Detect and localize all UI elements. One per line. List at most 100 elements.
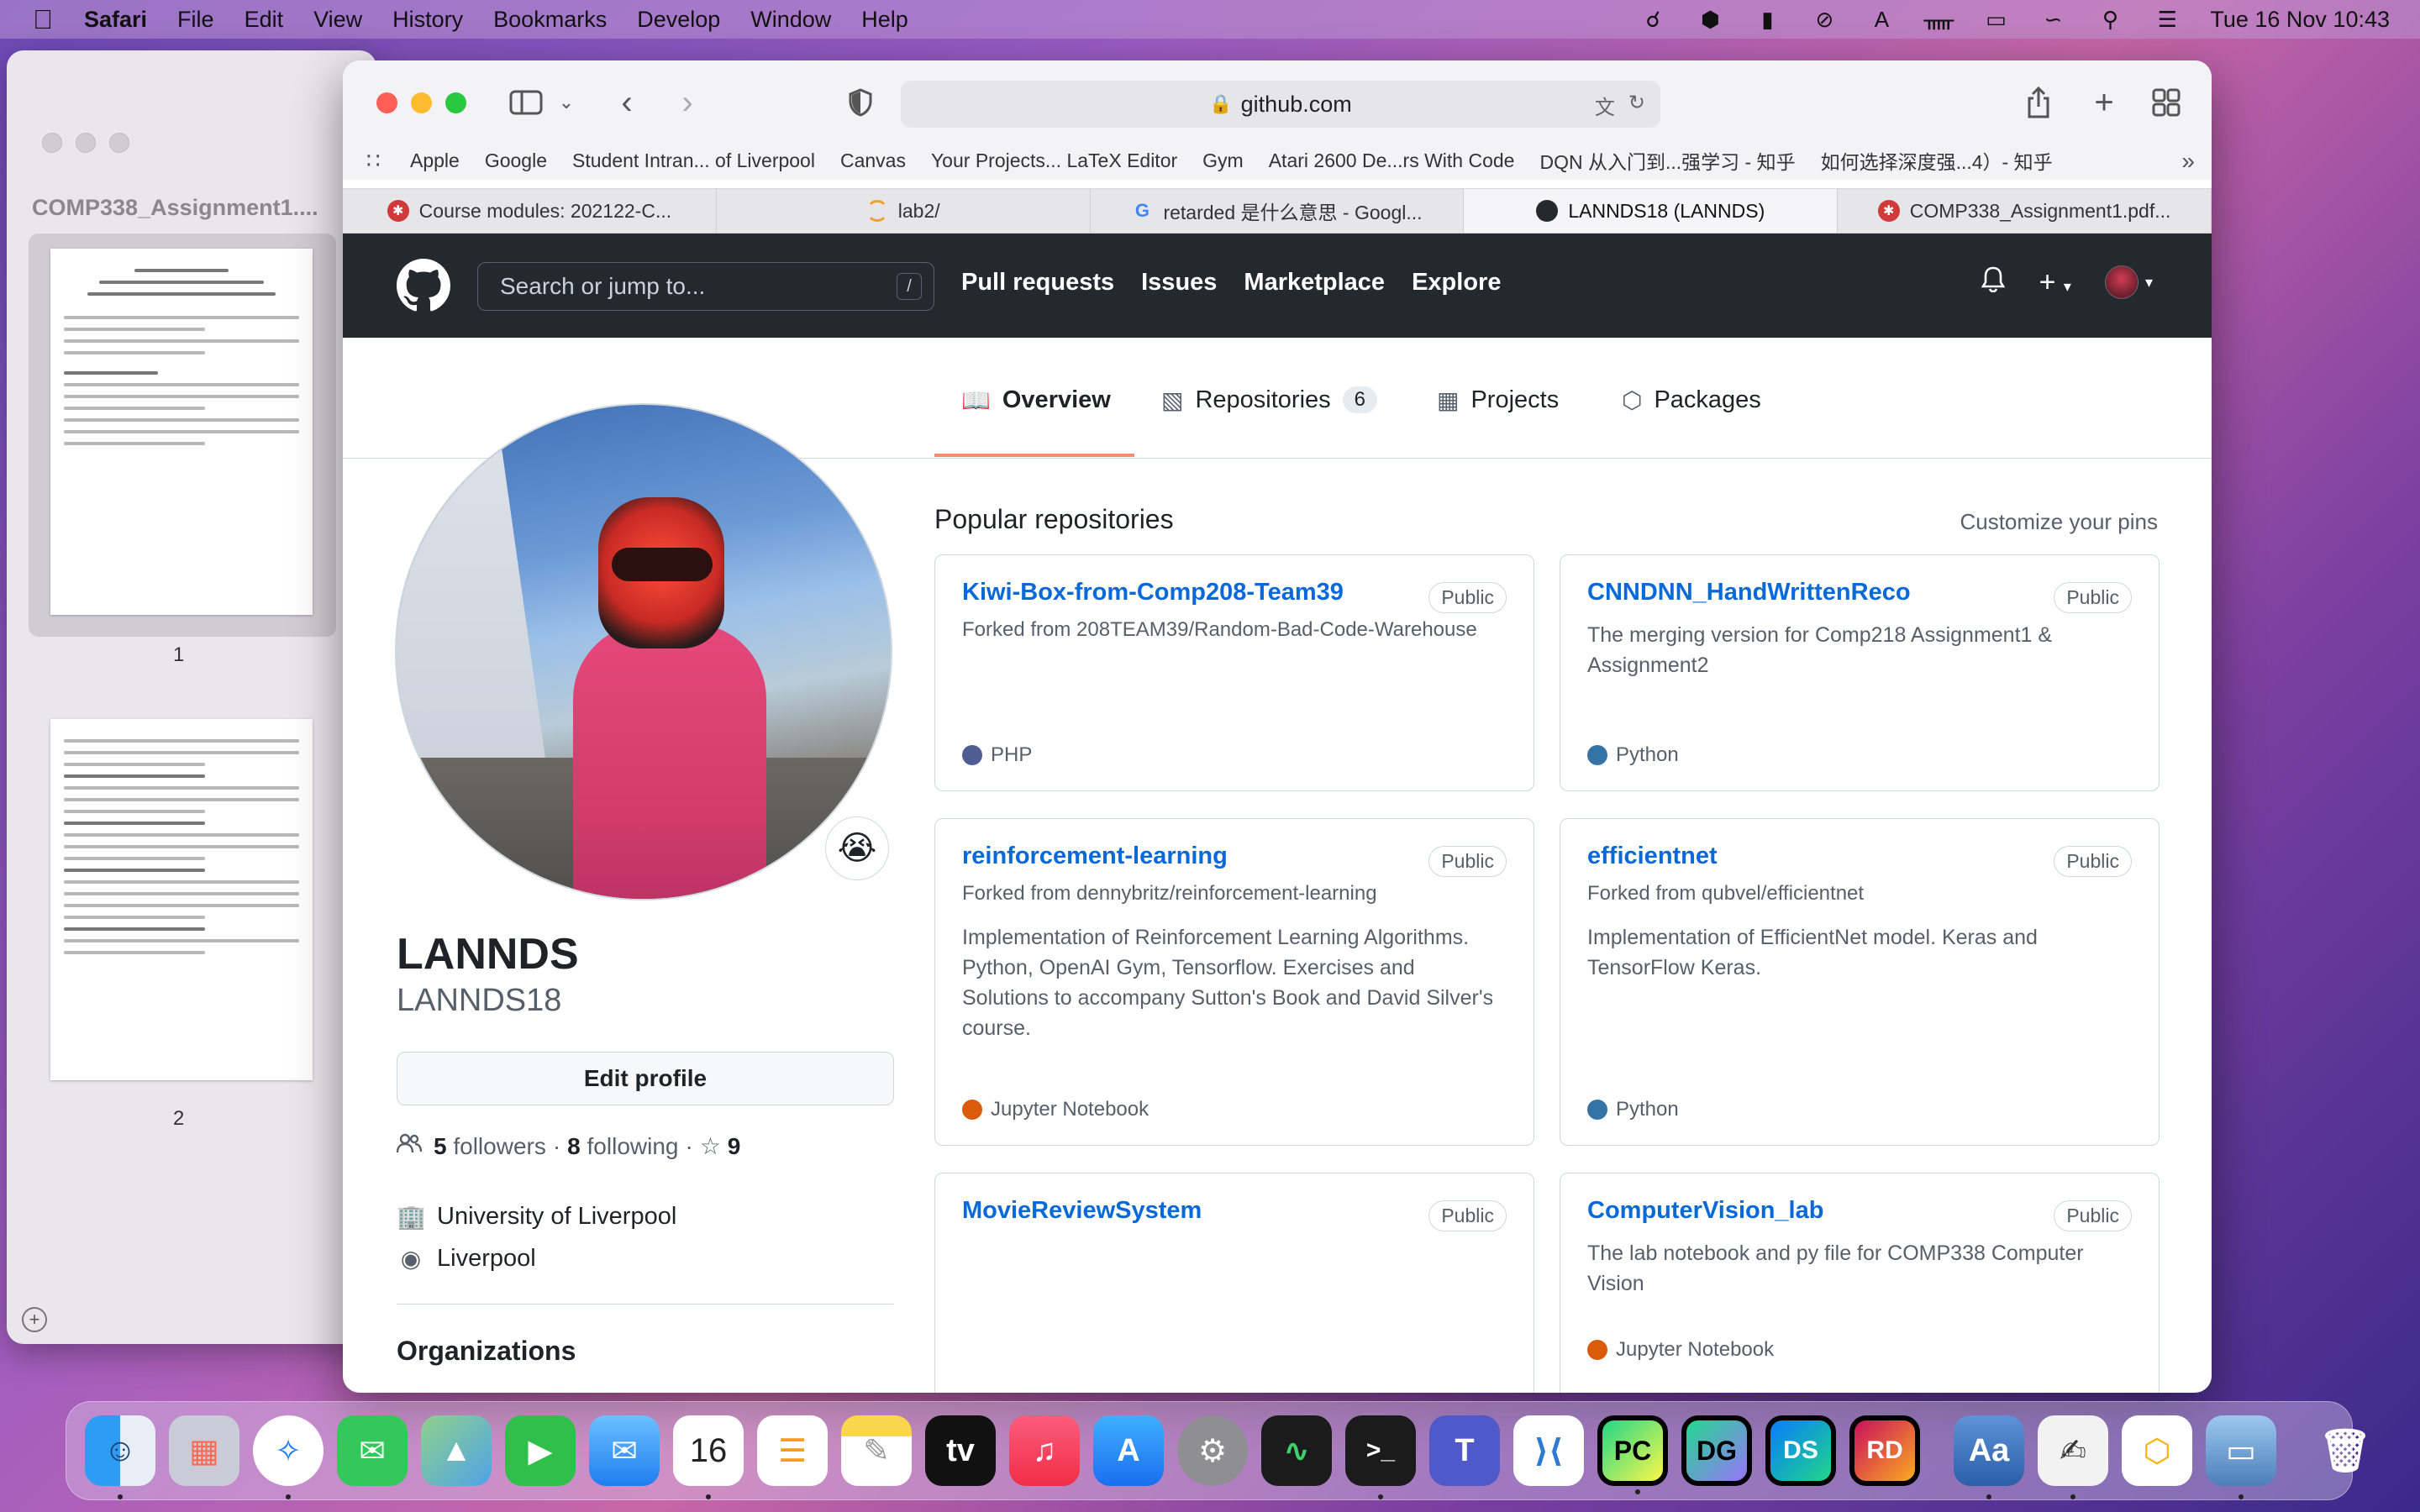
wifi-icon[interactable]: ∽ xyxy=(2039,7,2067,32)
menu-edit[interactable]: Edit xyxy=(245,7,284,33)
reload-icon[interactable]: ↻ xyxy=(1628,91,1645,120)
following-link[interactable]: 8 following xyxy=(567,1133,678,1160)
minimize-window-button[interactable] xyxy=(411,92,432,113)
bluetooth-icon[interactable]: ᚅ xyxy=(1924,7,1954,32)
dock-mail-icon[interactable]: ✉ xyxy=(589,1415,660,1486)
profile-avatar[interactable] xyxy=(395,403,892,900)
repo-name-link[interactable]: reinforcement-learning xyxy=(962,843,1507,870)
dock-system-preferences-icon[interactable]: ⚙ xyxy=(1177,1415,1248,1486)
input-source-icon[interactable]: A xyxy=(1867,7,1896,32)
bookmark-latex-editor[interactable]: Your Projects... LaTeX Editor xyxy=(931,150,1177,172)
tab-overview[interactable]: 📖 Overview xyxy=(961,381,1111,418)
dock-pycharm-icon[interactable]: PC xyxy=(1597,1415,1668,1494)
control-center-icon[interactable]: ☰ xyxy=(2153,7,2181,32)
create-new-dropdown-icon[interactable]: + ▾ xyxy=(2039,266,2071,299)
bookmark-atari[interactable]: Atari 2600 De...rs With Code xyxy=(1269,150,1515,172)
stars-link[interactable]: ☆ 9 xyxy=(700,1132,740,1160)
favorites-grid-icon[interactable]: ∷ xyxy=(366,148,392,174)
dock-calendar-icon[interactable]: 16 xyxy=(673,1415,744,1499)
new-tab-icon[interactable]: + xyxy=(2087,84,2121,121)
dock-preview-icon[interactable]: ▭ xyxy=(2206,1415,2276,1499)
dock-dataspell-icon[interactable]: DS xyxy=(1765,1415,1836,1486)
dock-textedit-icon[interactable]: ✍ xyxy=(2038,1415,2108,1499)
github-logo-icon[interactable] xyxy=(397,259,450,312)
menu-bookmarks[interactable]: Bookmarks xyxy=(493,7,607,33)
bookmark-gym[interactable]: Gym xyxy=(1202,150,1244,172)
nav-pull-requests[interactable]: Pull requests xyxy=(961,269,1114,297)
edit-profile-button[interactable]: Edit profile xyxy=(397,1052,894,1105)
dock-trash-icon[interactable]: 🗑 xyxy=(2310,1415,2381,1486)
menu-view[interactable]: View xyxy=(313,7,362,33)
notifications-bell-icon[interactable] xyxy=(1981,265,2006,299)
menu-file[interactable]: File xyxy=(177,7,214,33)
customize-pins-link[interactable]: Customize your pins xyxy=(1960,509,2158,535)
mute-status-icon[interactable]: ⊘ xyxy=(1810,7,1839,32)
dock-tv-icon[interactable]: tv xyxy=(925,1415,996,1486)
menu-help[interactable]: Help xyxy=(861,7,908,33)
share-icon[interactable] xyxy=(2022,86,2055,119)
dock-finder-icon[interactable]: ☺ xyxy=(85,1415,155,1499)
dock-rider-icon[interactable]: RD xyxy=(1849,1415,1920,1486)
nav-explore[interactable]: Explore xyxy=(1412,269,1501,297)
dock-datagrip-icon[interactable]: DG xyxy=(1681,1415,1752,1486)
menu-history[interactable]: History xyxy=(392,7,463,33)
tab-course-modules[interactable]: ✱ Course modules: 202122-C... xyxy=(343,189,717,233)
dock-notes-icon[interactable]: ✎ xyxy=(841,1415,912,1486)
tab-projects[interactable]: ▦ Projects xyxy=(1437,381,1559,418)
doc-status-icon[interactable]: ▮ xyxy=(1753,7,1781,32)
dock-music-icon[interactable]: ♫ xyxy=(1009,1415,1080,1486)
battery-icon[interactable]: ▭ xyxy=(1981,7,2010,32)
dock-terminal-icon[interactable]: >_ xyxy=(1345,1415,1416,1499)
dock-facetime-icon[interactable]: ▶ xyxy=(505,1415,576,1486)
dock-messages-icon[interactable]: ✉ xyxy=(337,1415,408,1486)
nav-issues[interactable]: Issues xyxy=(1141,269,1217,297)
close-window-button[interactable] xyxy=(376,92,397,113)
dock-app-store-icon[interactable]: A xyxy=(1093,1415,1164,1486)
more-bookmarks-icon[interactable]: » xyxy=(2181,148,2195,175)
dock-dictionary-icon[interactable]: Aa xyxy=(1954,1415,2024,1499)
shield-status-icon[interactable]: ⬢ xyxy=(1696,7,1724,32)
apple-menu-icon[interactable]:  xyxy=(30,4,55,35)
github-search-input[interactable]: Search or jump to... / xyxy=(477,262,934,311)
tab-packages[interactable]: ⬡ Packages xyxy=(1622,381,1761,418)
repo-name-link[interactable]: Kiwi-Box-from-Comp208-Team39 xyxy=(962,579,1507,606)
sidebar-toggle-icon[interactable] xyxy=(508,86,544,119)
tab-github-profile[interactable]: LANNDS18 (LANNDS) xyxy=(1464,189,1839,233)
nav-marketplace[interactable]: Marketplace xyxy=(1244,269,1385,297)
menu-window[interactable]: Window xyxy=(750,7,831,33)
bookmark-canvas[interactable]: Canvas xyxy=(840,150,906,172)
repo-name-link[interactable]: ComputerVision_lab xyxy=(1587,1197,2132,1225)
tab-lab2[interactable]: lab2/ xyxy=(717,189,1091,233)
tab-overview-icon[interactable] xyxy=(2149,86,2183,119)
repo-name-link[interactable]: MovieReviewSystem xyxy=(962,1197,1507,1225)
user-menu[interactable]: ▾ xyxy=(2104,265,2153,299)
tab-google-search[interactable]: G retarded 是什么意思 - Googl... xyxy=(1091,189,1465,233)
zoom-window-button[interactable] xyxy=(445,92,466,113)
dock-maps-icon[interactable]: ▲ xyxy=(421,1415,492,1486)
tab-repositories[interactable]: ▧ Repositories 6 xyxy=(1161,381,1378,418)
menu-develop[interactable]: Develop xyxy=(637,7,720,33)
page-thumbnail-2[interactable] xyxy=(50,719,313,1080)
forward-arrow-icon[interactable]: › xyxy=(672,84,702,121)
bookmark-dqn[interactable]: DQN 从入门到...强学习 - 知乎 xyxy=(1539,146,1795,175)
dock-safari-icon[interactable]: ✧ xyxy=(253,1415,324,1499)
dock-security-icon[interactable]: ⬡ xyxy=(2122,1415,2192,1486)
menu-app-name[interactable]: Safari xyxy=(84,7,147,33)
status-emoji-button[interactable]: 😭 xyxy=(825,816,889,880)
dock-vscode-icon[interactable]: ⟩⟨ xyxy=(1513,1415,1584,1486)
search-status-icon[interactable]: ☌ xyxy=(1639,7,1667,32)
back-arrow-icon[interactable]: ‹ xyxy=(612,84,642,121)
tab-comp338-pdf[interactable]: ✱ COMP338_Assignment1.pdf... xyxy=(1838,189,2212,233)
bookmark-deep-rl[interactable]: 如何选择深度强...4）- 知乎 xyxy=(1821,146,2053,175)
menu-clock[interactable]: Tue 16 Nov 10:43 xyxy=(2210,7,2390,33)
dock-activity-monitor-icon[interactable]: ∿ xyxy=(1261,1415,1332,1486)
repo-name-link[interactable]: efficientnet xyxy=(1587,843,2132,870)
dock-teams-icon[interactable]: T xyxy=(1429,1415,1500,1486)
translate-icon[interactable]: 文 xyxy=(1595,91,1615,120)
dock-launchpad-icon[interactable]: ▦ xyxy=(169,1415,239,1486)
dock-reminders-icon[interactable]: ☰ xyxy=(757,1415,828,1486)
bookmark-student-intranet[interactable]: Student Intran... of Liverpool xyxy=(572,150,815,172)
add-page-icon[interactable]: + xyxy=(22,1307,47,1332)
spotlight-icon[interactable]: ⚲ xyxy=(2096,7,2124,32)
address-bar[interactable]: 🔒 github.com 文 ↻ xyxy=(901,81,1660,128)
